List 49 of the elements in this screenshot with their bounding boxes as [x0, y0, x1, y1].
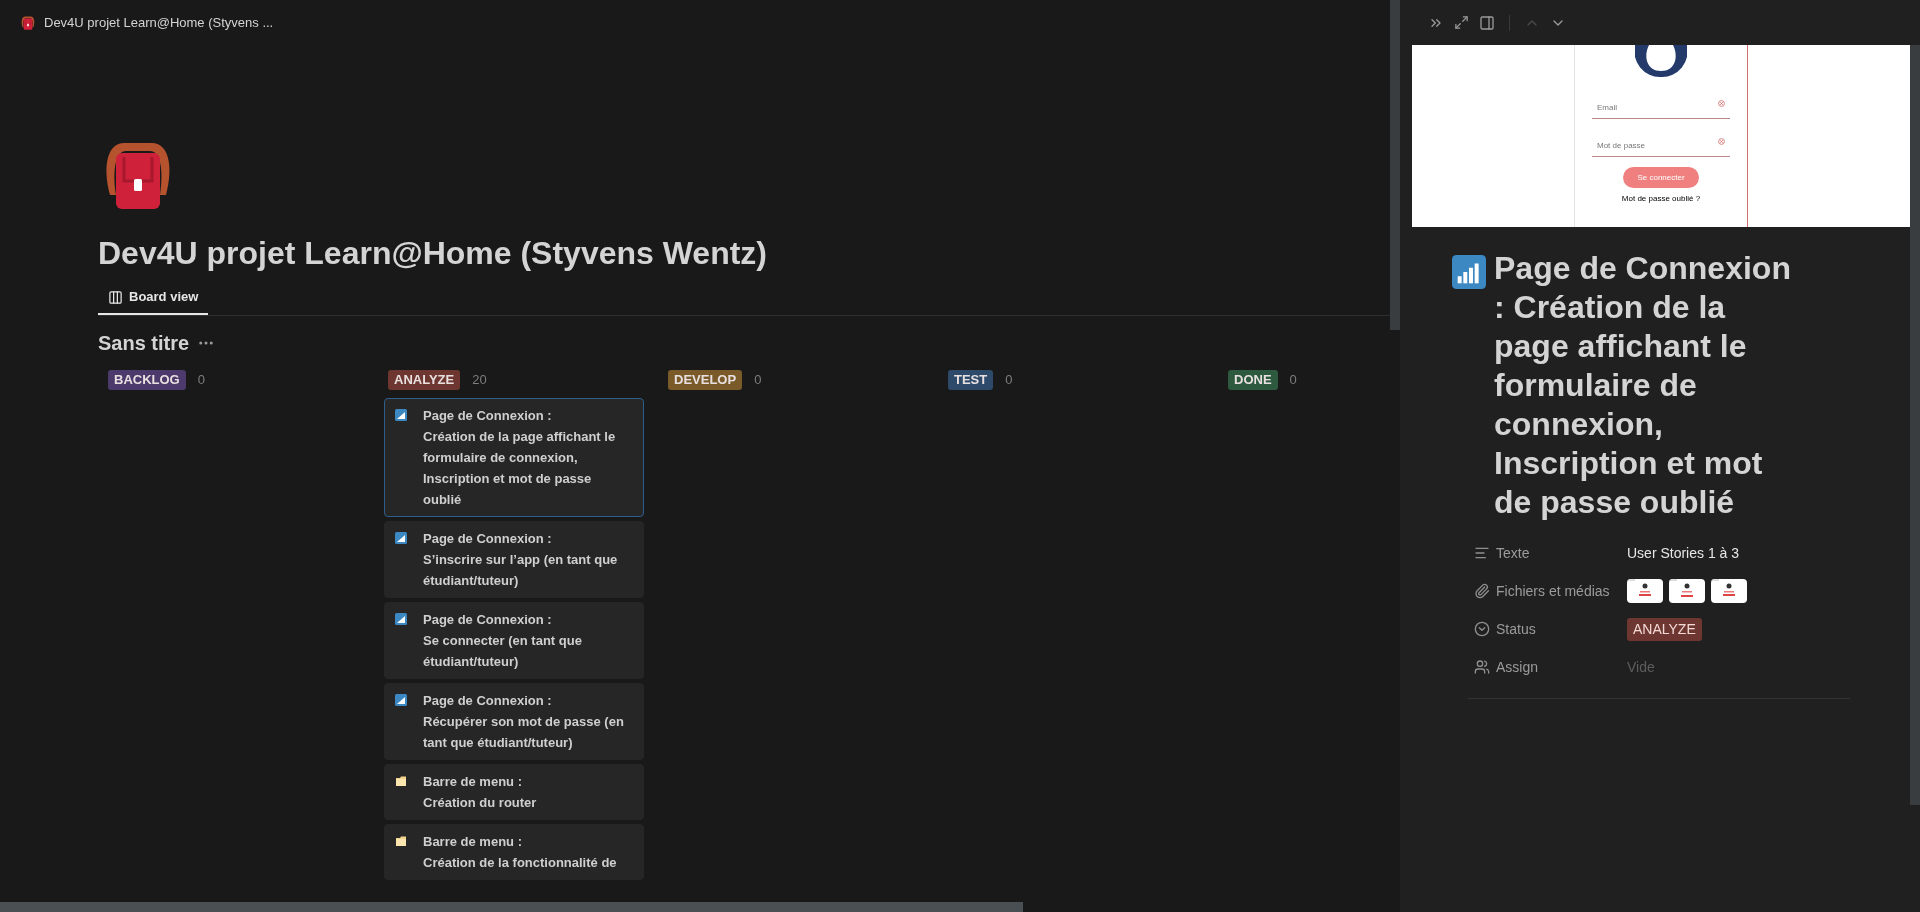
column-count: 0 [1005, 371, 1013, 390]
task-card[interactable]: Barre de menu : Création de la fonctionnalité de [384, 824, 644, 880]
card-text: Barre de menu : Création du router [423, 773, 537, 812]
detail-title: Page de Connexion : Création de la page affichant le formulaire de connexion, Inscription et mot de passe oublié [1494, 249, 1792, 522]
task-card[interactable]: Page de Connexion : Se connecter (en tant que étudiant/tuteur) [384, 602, 644, 679]
card-text: Page de Connexion : Création de la page affichant le formulaire de connexion, Inscription et mot de passe oublié [423, 407, 617, 509]
card-text: Page de Connexion : Récupérer son mot de passe (en tant que étudiant/tuteur) [423, 692, 625, 752]
paperclip-icon [1474, 583, 1490, 599]
card-text: Barre de menu : Création de la fonctionnalité de [423, 833, 617, 872]
vertical-scrollbar[interactable] [1390, 0, 1400, 330]
task-card[interactable]: Page de Connexion : Récupérer son mot de passe (en tant que étudiant/tuteur) [384, 683, 644, 760]
column-tag: BACKLOG [108, 370, 186, 390]
column-tag: TEST [948, 370, 994, 390]
property-label: Fichiers et médias [1496, 581, 1610, 601]
board-icon [108, 289, 123, 305]
view-tab[interactable]: Board view [98, 281, 209, 315]
column-count: 0 [754, 371, 762, 390]
task-card[interactable]: Page de Connexion : Création de la page affichant le formulaire de connexion, Inscription et mot de passe oublié [384, 398, 644, 517]
input-field[interactable]: Email [1592, 97, 1730, 119]
side-panel-icon[interactable] [1479, 14, 1495, 31]
forgot-password-link[interactable]: Mot de passe oublié ? [1621, 193, 1701, 205]
card-text: Page de Connexion : Se connecter (en tant que étudiant/tuteur) [423, 611, 583, 671]
column-count: 0 [1289, 371, 1297, 390]
column-tag: DEVELOP [668, 370, 743, 390]
task-card[interactable]: Barre de menu : Création du router [384, 764, 644, 820]
backpack-icon [20, 14, 36, 31]
people-icon [1474, 659, 1490, 675]
expand-icon[interactable] [1454, 15, 1469, 30]
status-tag[interactable]: ANALYZE [1627, 617, 1702, 641]
folder-icon [395, 775, 407, 787]
lines-icon [1474, 545, 1490, 561]
window-title: Dev4U projet Learn@Home (Styvens ... [44, 13, 274, 32]
board-title: Sans titre [98, 331, 190, 356]
column-tag: ANALYZE [388, 370, 461, 390]
task-card[interactable]: Page de Connexion : S’inscrire sur l’app (en tant que étudiant/tuteur) [384, 521, 644, 598]
page-title: Dev4U projet Learn@Home (Styvens Wentz) [98, 234, 768, 273]
column-count: 20 [472, 371, 487, 390]
card-text: Page de Connexion : S’inscrire sur l’app (en tant que étudiant/tuteur) [423, 530, 619, 590]
circle-caret-icon [1474, 621, 1490, 637]
column-tag: DONE [1228, 370, 1278, 390]
horizontal-scrollbar[interactable] [0, 902, 1023, 912]
property-label: Status [1496, 619, 1536, 639]
input-field[interactable]: Mot de passe [1592, 135, 1730, 157]
property-value: User Stories 1 à 3 [1627, 543, 1740, 563]
column-count: 0 [197, 371, 205, 390]
property-label: Assign [1496, 657, 1539, 677]
vertical-scrollbar[interactable] [1910, 45, 1920, 805]
folder-icon [395, 835, 407, 847]
property-label: Texte [1496, 543, 1530, 563]
